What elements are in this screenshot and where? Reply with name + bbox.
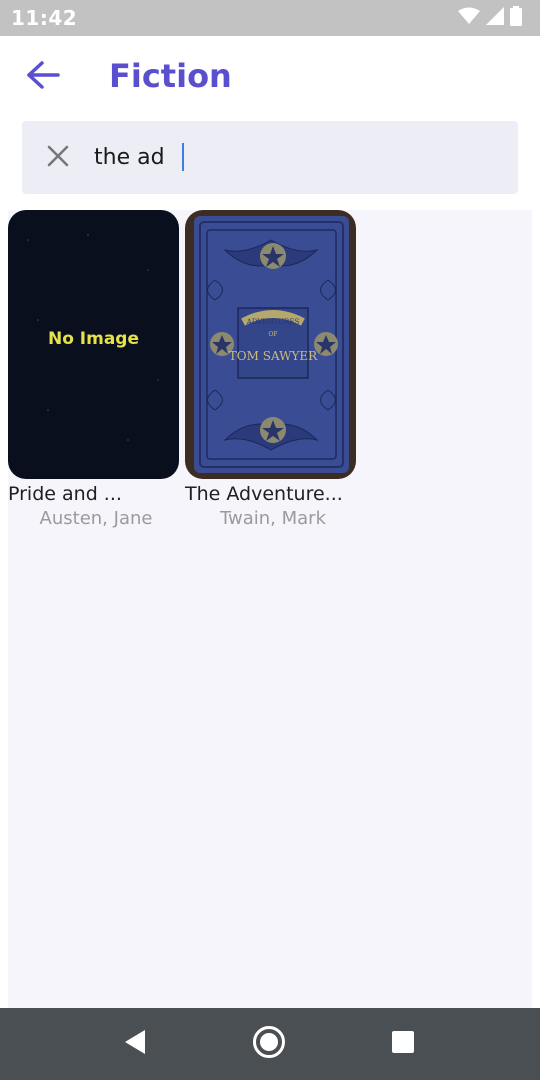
wifi-icon (458, 7, 480, 30)
book-card[interactable]: No Image Pride and ... Austen, Jane (8, 210, 184, 529)
battery-icon (510, 5, 522, 31)
book-cover: No Image (8, 210, 179, 479)
nav-home-button[interactable] (251, 1025, 287, 1064)
clear-search-button[interactable] (42, 142, 74, 174)
book-title: Pride and ... (8, 483, 122, 505)
status-time: 11:42 (11, 6, 78, 30)
close-icon (46, 144, 70, 173)
search-input[interactable] (94, 137, 494, 177)
nav-home-icon (252, 1025, 286, 1064)
book-author: Twain, Mark (219, 508, 326, 529)
svg-text:ADVENTURES: ADVENTURES (246, 318, 300, 326)
nav-recents-icon (391, 1030, 415, 1059)
status-bar: 11:42 (0, 0, 540, 36)
search-bar (22, 121, 518, 194)
status-icons (458, 5, 522, 31)
nav-recents-button[interactable] (385, 1026, 421, 1062)
signal-icon (486, 6, 504, 30)
no-image-label: No Image (47, 329, 140, 349)
arrow-back-icon (26, 60, 60, 95)
system-nav-bar (0, 1008, 540, 1080)
book-card[interactable]: ADVENTURES OF TOM SAWYER The Adventure..… (185, 210, 361, 529)
back-button[interactable] (22, 56, 64, 98)
nav-back-button[interactable] (117, 1026, 153, 1062)
nav-back-icon (123, 1029, 147, 1060)
svg-text:OF: OF (268, 331, 277, 338)
book-grid: No Image Pride and ... Austen, Jane ADVE… (8, 210, 532, 1008)
page-title: Fiction (109, 57, 232, 95)
book-author: Austen, Jane (39, 508, 153, 529)
book-cover: ADVENTURES OF TOM SAWYER (185, 210, 356, 479)
tom-sawyer-cover-art: ADVENTURES OF TOM SAWYER (194, 216, 349, 473)
app-bar: Fiction (0, 36, 540, 120)
svg-text:TOM SAWYER: TOM SAWYER (229, 349, 318, 363)
book-title: The Adventure... (185, 483, 343, 505)
text-caret (182, 143, 184, 171)
